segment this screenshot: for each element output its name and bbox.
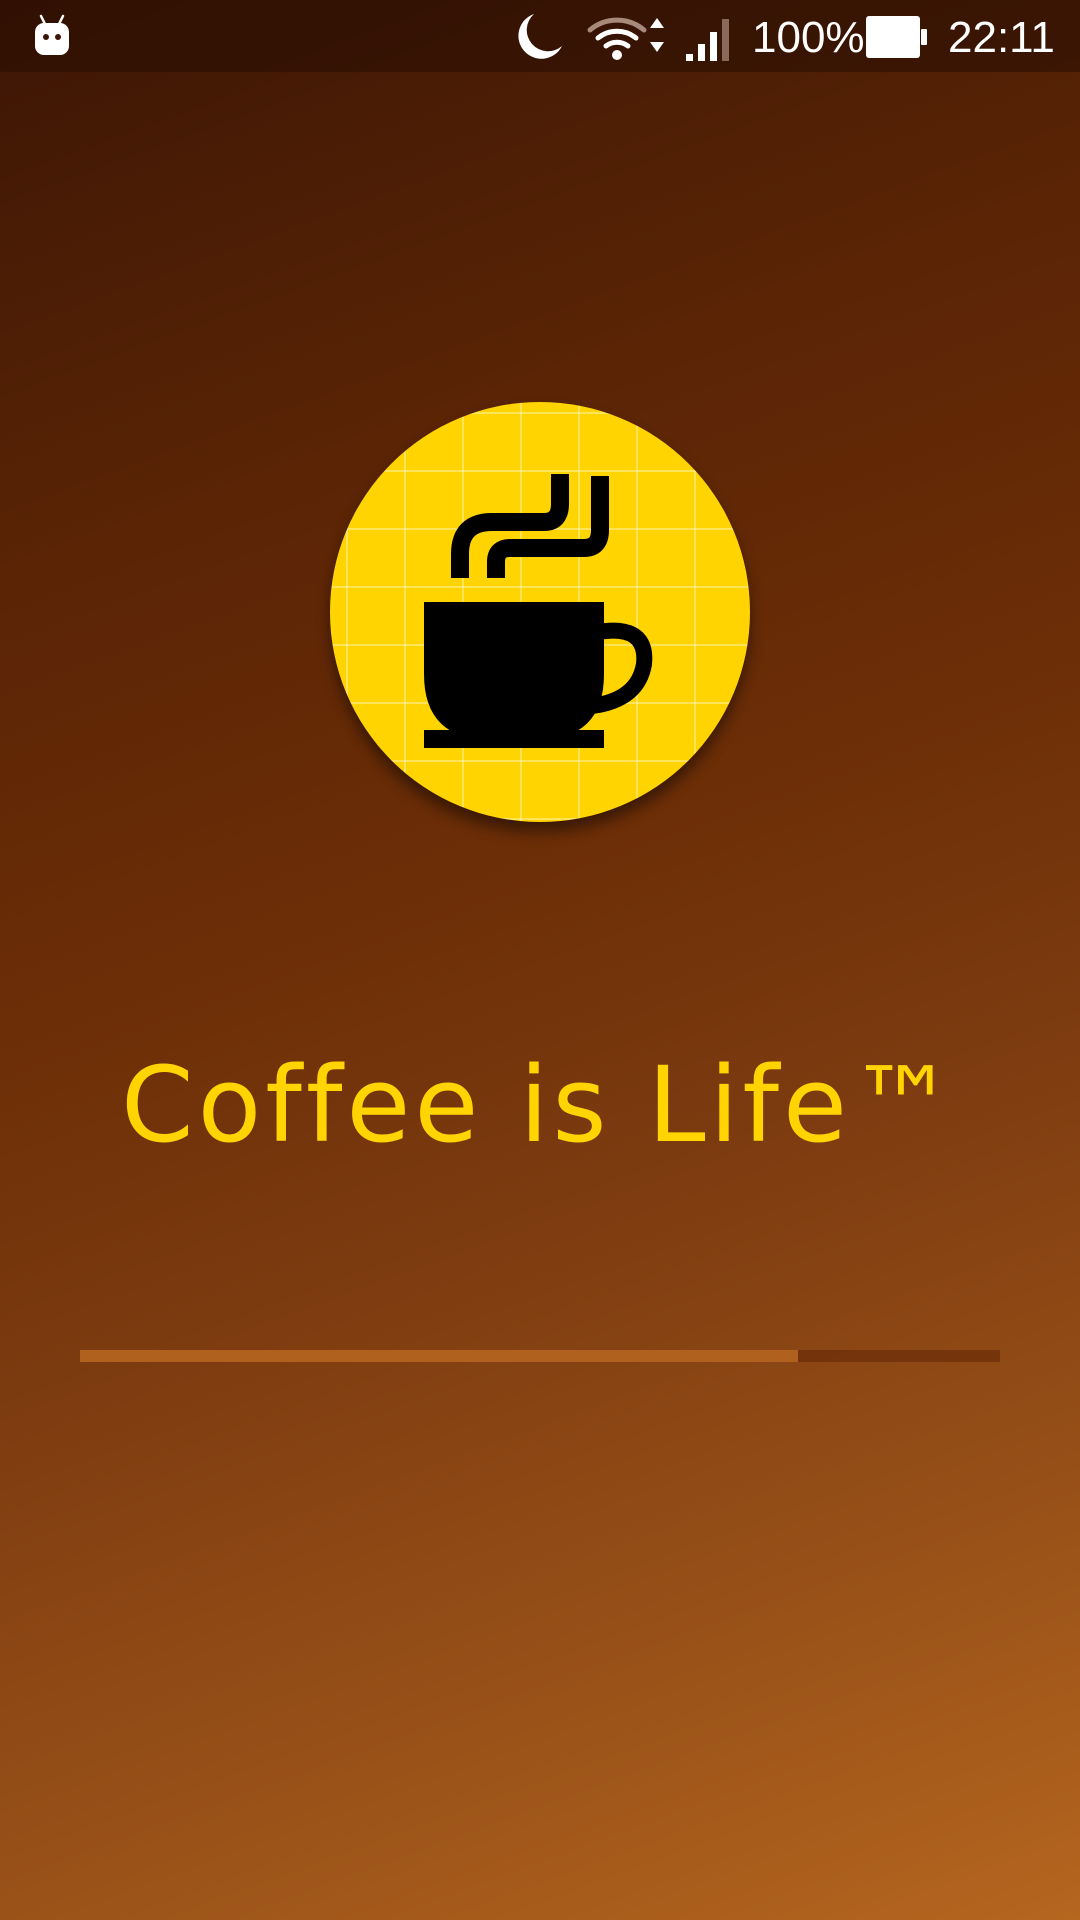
app-tagline: Coffee is Life™: [120, 1044, 960, 1166]
android-notification-icon: [35, 14, 69, 55]
battery-percentage: 100%: [752, 13, 865, 62]
do-not-disturb-moon-icon: [518, 14, 562, 59]
status-clock: 22:11: [948, 13, 1055, 62]
app-logo: [330, 402, 750, 822]
loading-progress-bar: [80, 1350, 1000, 1362]
data-arrows-icon: [650, 18, 664, 52]
wifi-icon: [587, 17, 664, 60]
cell-signal-icon: [686, 19, 729, 61]
loading-progress-fill: [80, 1350, 798, 1362]
status-bar: 100% 22:11: [0, 0, 1080, 72]
battery-icon: [866, 16, 927, 58]
coffee-cup-icon: [424, 474, 653, 748]
